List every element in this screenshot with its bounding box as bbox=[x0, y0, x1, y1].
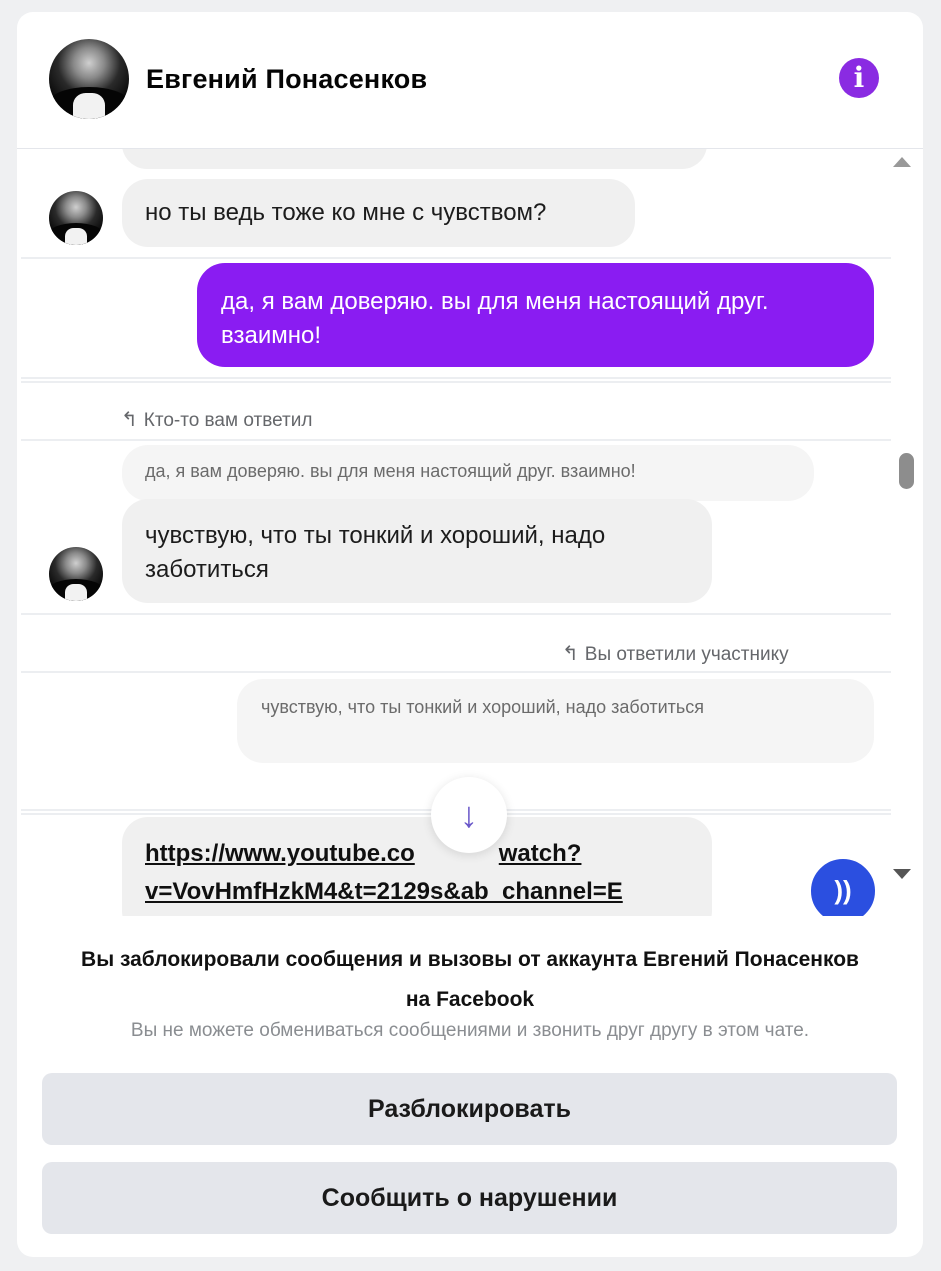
message-text: но ты ведь тоже ко мне с чувством? bbox=[145, 199, 547, 226]
message-text: да, я вам доверяю. вы для меня настоящий… bbox=[221, 288, 769, 349]
reply-indicator: ↰ Вы ответили участнику bbox=[562, 643, 789, 665]
quoted-message[interactable]: да, я вам доверяю. вы для меня настоящий… bbox=[122, 445, 814, 501]
link-message[interactable]: https://www.youtube.co watch? v=VovHmfHzk… bbox=[122, 817, 712, 916]
contact-name[interactable]: Евгений Понасенков bbox=[146, 64, 427, 95]
outgoing-message[interactable]: да, я вам доверяю. вы для меня настоящий… bbox=[197, 263, 874, 367]
reaction-badge[interactable]: )) bbox=[809, 857, 877, 916]
contact-avatar[interactable] bbox=[49, 39, 129, 119]
divider bbox=[21, 671, 891, 673]
quoted-message[interactable]: чувствую, что ты тонкий и хороший, надо … bbox=[237, 679, 874, 763]
sender-avatar[interactable] bbox=[49, 547, 103, 601]
reply-indicator: ↰ Кто-то вам ответил bbox=[121, 409, 313, 431]
divider bbox=[21, 439, 891, 441]
divider bbox=[21, 257, 891, 259]
info-icon[interactable]: i bbox=[839, 58, 879, 98]
chat-header: Евгений Понасенков i bbox=[17, 12, 923, 149]
reply-arrow-icon: ↰ bbox=[562, 643, 579, 665]
scroll-down-arrow-icon[interactable] bbox=[893, 869, 911, 879]
unblock-button[interactable]: Разблокировать bbox=[42, 1073, 897, 1145]
incoming-message[interactable]: чувствую, что ты тонкий и хороший, надо … bbox=[122, 499, 712, 603]
scrollbar-thumb[interactable] bbox=[899, 453, 914, 489]
divider bbox=[21, 381, 891, 383]
message-list[interactable]: но ты ведь тоже ко мне с чувством? да, я… bbox=[17, 149, 923, 916]
incoming-message[interactable]: но ты ведь тоже ко мне с чувством? bbox=[122, 179, 635, 247]
scroll-up-arrow-icon[interactable] bbox=[893, 157, 911, 167]
blocked-notice-title: Вы заблокировали сообщения и вызовы от а… bbox=[81, 948, 859, 1011]
reply-arrow-icon: ↰ bbox=[121, 409, 138, 431]
message-link[interactable]: https://www.youtube.co watch? bbox=[145, 835, 689, 873]
blocked-notice-subtitle: Вы не можете обмениваться сообщениями и … bbox=[130, 1020, 810, 1041]
sender-avatar[interactable] bbox=[49, 191, 103, 245]
message-text: чувствую, что ты тонкий и хороший, надо … bbox=[145, 522, 606, 583]
divider bbox=[21, 377, 891, 379]
divider bbox=[21, 613, 891, 615]
chat-panel: Евгений Понасенков i но ты ведь тоже ко … bbox=[17, 12, 923, 1257]
message-link-line2[interactable]: v=VovHmfHzkM4&t=2129s&ab_channel=E bbox=[145, 873, 689, 911]
partial-message bbox=[122, 149, 707, 169]
scroll-down-button[interactable]: ↓ bbox=[431, 777, 507, 853]
report-button[interactable]: Сообщить о нарушении bbox=[42, 1162, 897, 1234]
